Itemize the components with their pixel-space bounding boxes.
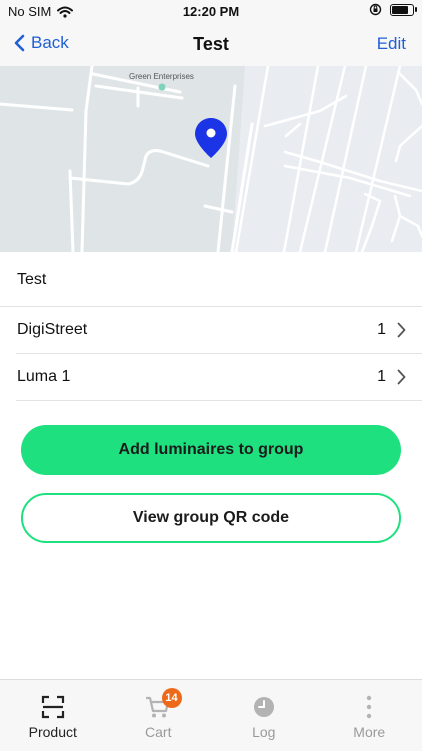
- list-item-count: 1: [377, 321, 386, 339]
- cart-count-badge: 14: [162, 688, 182, 708]
- list-item-digistreet[interactable]: DigiStreet 1: [16, 307, 422, 354]
- tab-label: Cart: [106, 724, 212, 740]
- tab-label: Product: [0, 724, 106, 740]
- battery-fill: [392, 6, 408, 14]
- group-name-row: Test: [0, 252, 422, 307]
- page-title: Test: [0, 34, 422, 55]
- status-bar: No SIM 12:20 PM: [0, 0, 422, 24]
- map-place-label: Green Enterprises: [129, 72, 194, 81]
- list-item-luma-1[interactable]: Luma 1 1: [16, 354, 422, 401]
- status-right: [369, 3, 414, 16]
- tab-more[interactable]: More: [317, 680, 422, 751]
- clock-icon: [251, 694, 277, 720]
- more-vertical-icon: [356, 694, 382, 720]
- view-qr-code-button[interactable]: View group QR code: [21, 493, 401, 543]
- navigation-bar: Back Test Edit: [0, 24, 422, 66]
- edit-button[interactable]: Edit: [377, 34, 406, 54]
- map-view[interactable]: Green Enterprises: [0, 66, 422, 252]
- group-name: Test: [17, 271, 46, 289]
- tab-bar: Product 14 Cart Log More: [0, 679, 422, 751]
- qr-scan-icon: [40, 694, 66, 720]
- chevron-right-icon: [397, 369, 406, 385]
- location-pin-icon[interactable]: [195, 118, 227, 158]
- tab-product[interactable]: Product: [0, 680, 106, 751]
- status-time: 12:20 PM: [0, 4, 422, 19]
- list-item-count: 1: [377, 368, 386, 386]
- map-canvas: [0, 66, 422, 252]
- tab-label: More: [317, 724, 422, 740]
- orientation-lock-icon: [369, 3, 382, 16]
- tab-cart[interactable]: 14 Cart: [106, 680, 212, 751]
- chevron-right-icon: [397, 322, 406, 338]
- poi-marker-icon: [159, 84, 166, 91]
- list-item-label: DigiStreet: [17, 321, 87, 339]
- tab-log[interactable]: Log: [211, 680, 317, 751]
- list-item-label: Luma 1: [17, 368, 70, 386]
- add-luminaires-button[interactable]: Add luminaires to group: [21, 425, 401, 475]
- battery-icon: [390, 4, 414, 16]
- tab-label: Log: [211, 724, 317, 740]
